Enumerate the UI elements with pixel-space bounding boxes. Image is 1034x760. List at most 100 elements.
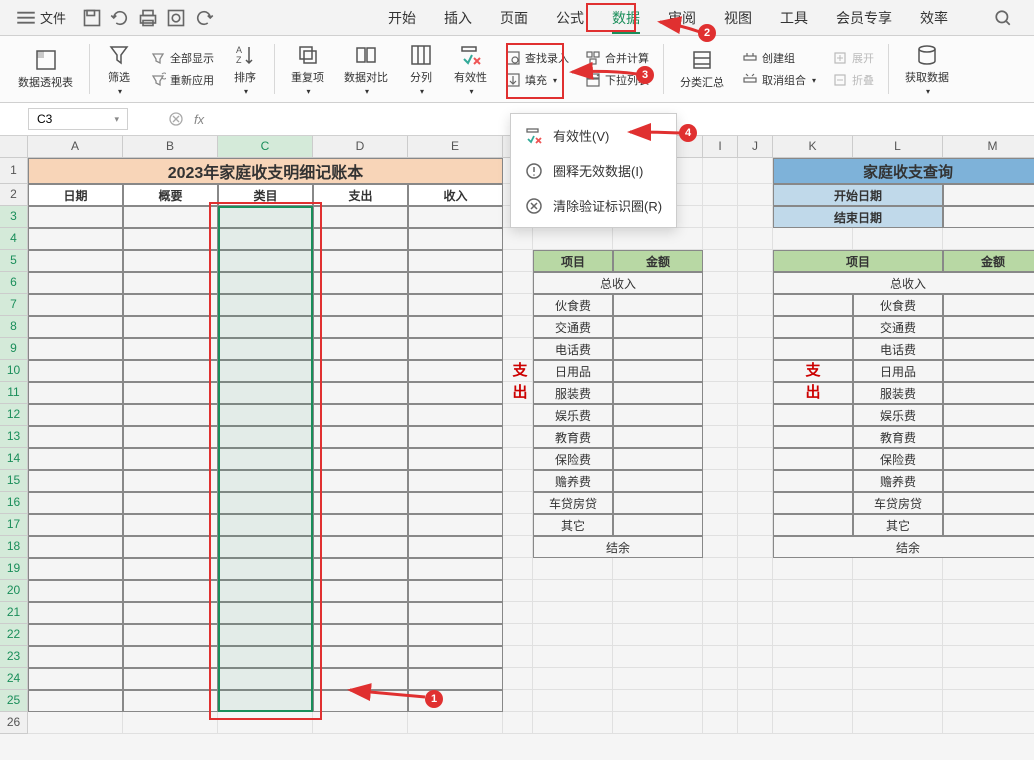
cell-G24[interactable]	[533, 668, 613, 690]
cell-I2[interactable]	[703, 184, 738, 206]
cell-F6[interactable]	[503, 272, 533, 294]
cell-D17[interactable]	[313, 514, 408, 536]
cell-E6[interactable]	[408, 272, 503, 294]
row-header-23[interactable]: 23	[0, 646, 27, 668]
cell-J18[interactable]	[738, 536, 773, 558]
cell-F14[interactable]	[503, 448, 533, 470]
cell-B14[interactable]	[123, 448, 218, 470]
get-data-button[interactable]: 获取数据▾	[897, 40, 957, 98]
cell-E8[interactable]	[408, 316, 503, 338]
row-header-19[interactable]: 19	[0, 558, 27, 580]
cell-J22[interactable]	[738, 624, 773, 646]
cell-G4[interactable]	[533, 228, 613, 250]
cell-K2[interactable]: 开始日期	[773, 184, 943, 206]
row-header-14[interactable]: 14	[0, 448, 27, 470]
split-button[interactable]: 分列▾	[400, 40, 442, 98]
cell-F18[interactable]	[503, 536, 533, 558]
cell-J8[interactable]	[738, 316, 773, 338]
tab-工具[interactable]: 工具	[766, 0, 822, 36]
cell-G7[interactable]: 伙食费	[533, 294, 613, 316]
cell-H19[interactable]	[613, 558, 703, 580]
cell-I13[interactable]	[703, 426, 738, 448]
cell-A18[interactable]	[28, 536, 123, 558]
cell-K16[interactable]	[773, 492, 853, 514]
cell-L17[interactable]: 其它	[853, 514, 943, 536]
cell-M12[interactable]	[943, 404, 1034, 426]
cell-B18[interactable]	[123, 536, 218, 558]
cell-E13[interactable]	[408, 426, 503, 448]
cell-H5[interactable]: 金额	[613, 250, 703, 272]
row-header-26[interactable]: 26	[0, 712, 27, 734]
cell-J2[interactable]	[738, 184, 773, 206]
cell-C6[interactable]	[218, 272, 313, 294]
cell-C21[interactable]	[218, 602, 313, 624]
save-icon[interactable]	[82, 8, 102, 28]
cell-M19[interactable]	[943, 558, 1034, 580]
cell-I10[interactable]	[703, 360, 738, 382]
cell-J14[interactable]	[738, 448, 773, 470]
cell-F4[interactable]	[503, 228, 533, 250]
cell-F21[interactable]	[503, 602, 533, 624]
cell-I19[interactable]	[703, 558, 738, 580]
cell-J15[interactable]	[738, 470, 773, 492]
cell-A15[interactable]	[28, 470, 123, 492]
cell-I23[interactable]	[703, 646, 738, 668]
cell-H26[interactable]	[613, 712, 703, 734]
cell-B23[interactable]	[123, 646, 218, 668]
row-header-6[interactable]: 6	[0, 272, 27, 294]
cell-K7[interactable]	[773, 294, 853, 316]
cell-I20[interactable]	[703, 580, 738, 602]
cell-F12[interactable]	[503, 404, 533, 426]
cell-G13[interactable]: 教育费	[533, 426, 613, 448]
cell-A8[interactable]	[28, 316, 123, 338]
cell-H23[interactable]	[613, 646, 703, 668]
cell-D23[interactable]	[313, 646, 408, 668]
cell-K4[interactable]	[773, 228, 853, 250]
print-icon[interactable]	[138, 8, 158, 28]
cell-B15[interactable]	[123, 470, 218, 492]
cell-D22[interactable]	[313, 624, 408, 646]
cell-G6[interactable]: 总收入	[533, 272, 703, 294]
cell-D20[interactable]	[313, 580, 408, 602]
cell-M13[interactable]	[943, 426, 1034, 448]
cell-F5[interactable]	[503, 250, 533, 272]
cell-F20[interactable]	[503, 580, 533, 602]
cell-C2[interactable]: 类目	[218, 184, 313, 206]
cell-J11[interactable]	[738, 382, 773, 404]
cell-A22[interactable]	[28, 624, 123, 646]
cell-I6[interactable]	[703, 272, 738, 294]
cell-I26[interactable]	[703, 712, 738, 734]
cell-A25[interactable]	[28, 690, 123, 712]
cell-I25[interactable]	[703, 690, 738, 712]
cell-C26[interactable]	[218, 712, 313, 734]
cell-K17[interactable]	[773, 514, 853, 536]
row-header-22[interactable]: 22	[0, 624, 27, 646]
cell-B25[interactable]	[123, 690, 218, 712]
cell-G9[interactable]: 电话费	[533, 338, 613, 360]
cell-J3[interactable]	[738, 206, 773, 228]
cell-B24[interactable]	[123, 668, 218, 690]
cell-J4[interactable]	[738, 228, 773, 250]
cell-A17[interactable]	[28, 514, 123, 536]
cell-B13[interactable]	[123, 426, 218, 448]
validity-button[interactable]: 有效性▾	[446, 40, 495, 98]
cell-H16[interactable]	[613, 492, 703, 514]
cell-C10[interactable]	[218, 360, 313, 382]
cell-I17[interactable]	[703, 514, 738, 536]
cell-H8[interactable]	[613, 316, 703, 338]
cell-A19[interactable]	[28, 558, 123, 580]
cell-B6[interactable]	[123, 272, 218, 294]
tab-会员专享[interactable]: 会员专享	[822, 0, 906, 36]
cell-M10[interactable]	[943, 360, 1034, 382]
cell-B16[interactable]	[123, 492, 218, 514]
cell-F26[interactable]	[503, 712, 533, 734]
cell-E25[interactable]	[408, 690, 503, 712]
cell-F25[interactable]	[503, 690, 533, 712]
cell-D18[interactable]	[313, 536, 408, 558]
cell-L24[interactable]	[853, 668, 943, 690]
cancel-icon[interactable]	[168, 111, 184, 127]
cell-C16[interactable]	[218, 492, 313, 514]
cell-E20[interactable]	[408, 580, 503, 602]
cell-H11[interactable]	[613, 382, 703, 404]
cell-A4[interactable]	[28, 228, 123, 250]
